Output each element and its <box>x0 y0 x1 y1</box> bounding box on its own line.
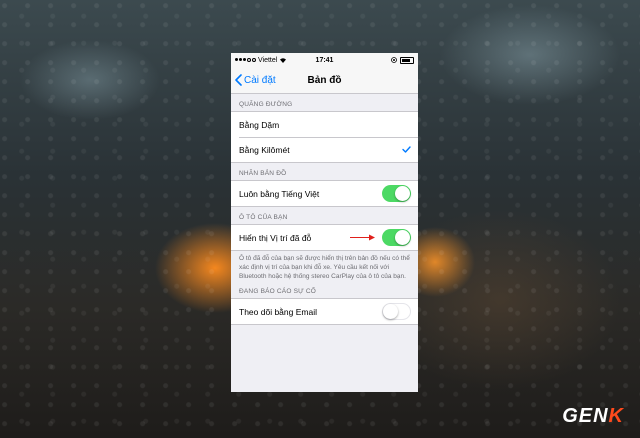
distance-group: Bằng Dặm Bằng Kilômét <box>231 111 418 163</box>
back-button[interactable]: Cài đặt <box>231 74 276 86</box>
your-car-footer-text: Ô tô đã đỗ của bạn sẽ được hiển thị trên… <box>239 255 410 280</box>
map-labels-group: Luôn bằng Tiếng Việt <box>231 180 418 207</box>
row-label: Theo dõi bằng Email <box>239 306 317 317</box>
wifi-icon <box>280 58 287 63</box>
status-right <box>391 56 414 64</box>
section-header-distance: QUÃNG ĐƯỜNG <box>239 101 293 108</box>
distance-option-kilometers[interactable]: Bằng Kilômét <box>231 137 418 162</box>
your-car-group: Hiển thị Vị trí đã đỗ <box>231 224 418 251</box>
carrier-area: Viettel <box>235 57 287 64</box>
section-header-your-car: Ô TÔ CỦA BẠN <box>239 214 288 221</box>
section-header-report: ĐANG BÁO CÁO SỰ CỐ <box>239 288 317 296</box>
distance-option-miles[interactable]: Bằng Dặm <box>231 112 418 137</box>
genk-logo: GENK <box>562 405 624 427</box>
always-vietnamese-toggle[interactable] <box>382 185 411 202</box>
signal-icon <box>235 58 256 62</box>
row-label: Hiển thị Vị trí đã đỗ <box>239 232 312 243</box>
follow-email-row: Theo dõi bằng Email <box>231 299 418 324</box>
chevron-left-icon <box>235 74 242 86</box>
option-label: Bằng Kilômét <box>239 144 290 155</box>
navigation-bar: Cài đặt Bản đồ <box>231 67 418 94</box>
section-header-map-labels: NHÃN BẢN ĐỒ <box>239 170 287 177</box>
back-label: Cài đặt <box>244 74 276 86</box>
map-labels-row: Luôn bằng Tiếng Việt <box>231 181 418 206</box>
location-icon <box>391 57 397 63</box>
parked-location-row: Hiển thị Vị trí đã đỗ <box>231 225 418 250</box>
follow-up-email-toggle[interactable] <box>382 303 411 321</box>
row-label: Luôn bằng Tiếng Việt <box>239 188 320 199</box>
red-arrow-icon <box>350 234 375 241</box>
show-parked-location-toggle[interactable] <box>382 229 411 246</box>
report-group: Theo dõi bằng Email <box>231 298 418 326</box>
battery-icon <box>400 56 414 64</box>
status-bar: Viettel 17:41 <box>231 53 418 67</box>
checkmark-icon <box>402 146 411 153</box>
option-label: Bằng Dặm <box>239 119 280 130</box>
carrier-name: Viettel <box>258 56 278 64</box>
phone-screen: Viettel 17:41 Cài đặt Bản đồ QUÃNG ĐƯỜNG… <box>231 53 418 392</box>
